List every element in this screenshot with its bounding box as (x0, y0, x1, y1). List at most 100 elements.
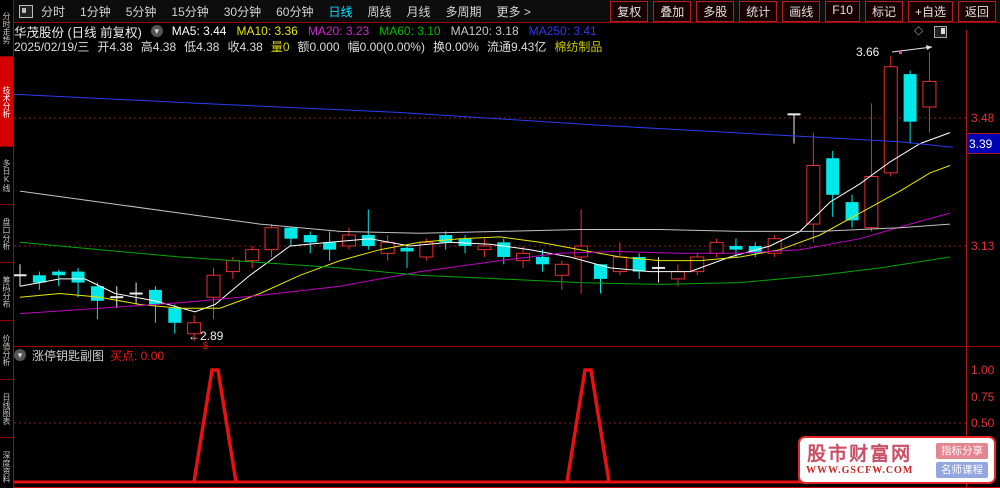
panel-toggle-icon[interactable] (934, 26, 947, 38)
candle-up (883, 66, 898, 174)
sidebar-tab-5[interactable]: 筹码分布 (0, 263, 13, 321)
indicator-name[interactable]: 涨停钥匙副图 (32, 347, 104, 364)
sidebar-tab-8[interactable]: 深度资料 (0, 438, 13, 488)
info-item: 收4.38 (227, 40, 263, 54)
toolbar-button[interactable]: 返回 (957, 0, 996, 22)
watermark-site-url: WWW.GSCFW.COM (806, 464, 914, 476)
candle-down (284, 227, 298, 239)
watermark-badge: 指标分享 (936, 442, 988, 459)
period-toolbar: 分时 1分钟 5分钟 15分钟 30分钟 60分钟 日线 周线 月线 多周期 更多 > 复权 叠加 多股… (14, 0, 1000, 23)
candle-up (864, 176, 879, 229)
sidebar-tab-2[interactable]: 技术分析 (0, 57, 13, 147)
toolbar-button[interactable]: 统计 (739, 0, 778, 22)
indicator-label: 0.50 (971, 416, 995, 430)
ma-legend-item: MA120: 3.18 (450, 24, 519, 38)
candle-up (670, 271, 685, 280)
diamond-mark-icon[interactable]: ◇ (914, 23, 923, 37)
candle-down (439, 235, 453, 243)
watermark-card: 股市财富网 WWW.GSCFW.COM 指标分享名师课程 (798, 436, 996, 484)
stock-header-row: 华茂股份 (日线 前复权) ▾ MA5: 3.44 MA10: 3.36 MA20:… (14, 23, 1000, 40)
period-tab[interactable]: 周线 (367, 3, 391, 20)
indicator-panel-header: ▾ 涨停钥匙副图 买点: 0.00 (14, 347, 954, 364)
info-item: 幅0.00(0.00%) (347, 40, 425, 54)
candle-up (709, 241, 724, 254)
period-tab[interactable]: 日线 (328, 3, 352, 20)
tdx-stock-app-window: 分时走势 技术分析 多日K线 盘口分析 筹码分布 价值分析 日线图表 深度资料 分时 1分钟 5分… (0, 0, 1000, 488)
indicator-label: 1.00 (971, 363, 995, 377)
period-tab[interactable]: 15分钟 (171, 3, 208, 20)
period-tab[interactable]: 1分钟 (80, 3, 111, 20)
window-layout-icon[interactable] (19, 4, 33, 18)
left-tab-strip: 分时走势 技术分析 多日K线 盘口分析 筹码分布 价值分析 日线图表 深度资料 (0, 0, 14, 488)
info-item: 量0 (270, 40, 290, 54)
toolbar-button[interactable]: 叠加 (653, 0, 692, 22)
period-tab[interactable]: 60分钟 (276, 3, 313, 20)
buy-signal-value: 买点: 0.00 (110, 348, 165, 363)
period-tab[interactable]: 更多 > (497, 3, 531, 20)
sidebar-tab-6[interactable]: 价值分析 (0, 321, 13, 380)
candle-up (574, 245, 589, 258)
info-item: 流通9.43亿 (486, 40, 547, 54)
candle-down (303, 235, 317, 243)
toolbar-right-buttons: 复权 叠加 多股 统计 画线 F10 标记 +自选 返回 (610, 0, 1000, 22)
info-item: 换0.00% (432, 40, 479, 54)
candle-up (922, 80, 937, 108)
candle-up (245, 249, 260, 262)
buy-signal-spike (565, 368, 611, 483)
chevron-down-icon[interactable]: ▾ (150, 25, 163, 37)
period-tab[interactable]: 多周期 (446, 3, 482, 20)
candle-down (323, 242, 337, 250)
ma-legend-item: MA10: 3.36 (236, 24, 298, 38)
price-label: 3.13 (971, 239, 995, 253)
main-candlestick-chart[interactable]: 3.66←2.89 (14, 42, 967, 346)
buy-signal-spike (192, 368, 238, 483)
ma-line-ma250 (14, 93, 954, 148)
info-item: 2025/02/19/三 (14, 40, 90, 54)
period-tab[interactable]: 30分钟 (224, 3, 261, 20)
chevron-down-icon[interactable]: ▾ (14, 349, 26, 361)
candle-down (52, 271, 66, 276)
toolbar-button[interactable]: F10 (825, 0, 860, 22)
ohlc-info-bar: 2025/02/19/三 开4.38 高4.38 低4.38 收4.38 量0 额0.000… (14, 39, 954, 54)
current-price-badge: 3.39 (967, 133, 1000, 154)
watermark-left: 股市财富网 WWW.GSCFW.COM (806, 443, 914, 476)
watermark-site-name: 股市财富网 (807, 443, 913, 465)
watermark-badge: 名师课程 (936, 461, 988, 478)
ma-legend: MA5: 3.44 MA10: 3.36 MA20: 3.23 MA60: 3.10 M… (172, 24, 597, 38)
sidebar-tab-7[interactable]: 日线图表 (0, 380, 13, 438)
toolbar-button[interactable]: 标记 (864, 0, 903, 22)
info-item: 高4.38 (140, 40, 177, 54)
info-item: 额0.000 (297, 40, 340, 54)
candle-up (206, 274, 221, 298)
annotations-layer: 3.66←2.89 (188, 45, 933, 343)
sidebar-tab-4[interactable]: 盘口分析 (0, 205, 13, 263)
period-tab[interactable]: 5分钟 (126, 3, 157, 20)
ma-legend-item: MA20: 3.23 (307, 24, 370, 38)
period-tab[interactable]: 分时 (41, 3, 65, 20)
info-item: 开4.38 (97, 40, 133, 54)
ma-legend-item: MA250: 3.41 (528, 24, 597, 38)
candle-down (400, 247, 414, 252)
toolbar-button[interactable]: +自选 (907, 0, 953, 22)
toolbar-button[interactable]: 多股 (696, 0, 735, 22)
candle-down (729, 245, 743, 250)
candle-up (806, 165, 821, 225)
candle-up (264, 227, 279, 251)
ma-legend-item: MA5: 3.44 (171, 24, 227, 38)
candle-down (903, 74, 917, 122)
period-tab[interactable]: 月线 (407, 3, 431, 20)
info-item: 棉纺制品 (554, 40, 603, 54)
toolbar-button[interactable]: 画线 (782, 0, 821, 22)
sidebar-tab-3[interactable]: 多日K线 (0, 147, 13, 205)
candle-up (225, 260, 240, 273)
candle-up (477, 245, 492, 251)
price-label: 3.48 (971, 111, 995, 125)
dollar-mark: $ (203, 341, 209, 352)
candle-down (361, 235, 375, 246)
candle-down (826, 158, 840, 195)
toolbar-button[interactable]: 复权 (610, 0, 649, 22)
candle-up (554, 263, 569, 276)
watermark-badges: 指标分享 名师课程 (936, 442, 988, 478)
ma-legend-item: MA60: 3.10 (379, 24, 441, 38)
sidebar-tab-1[interactable]: 分时走势 (0, 0, 13, 57)
